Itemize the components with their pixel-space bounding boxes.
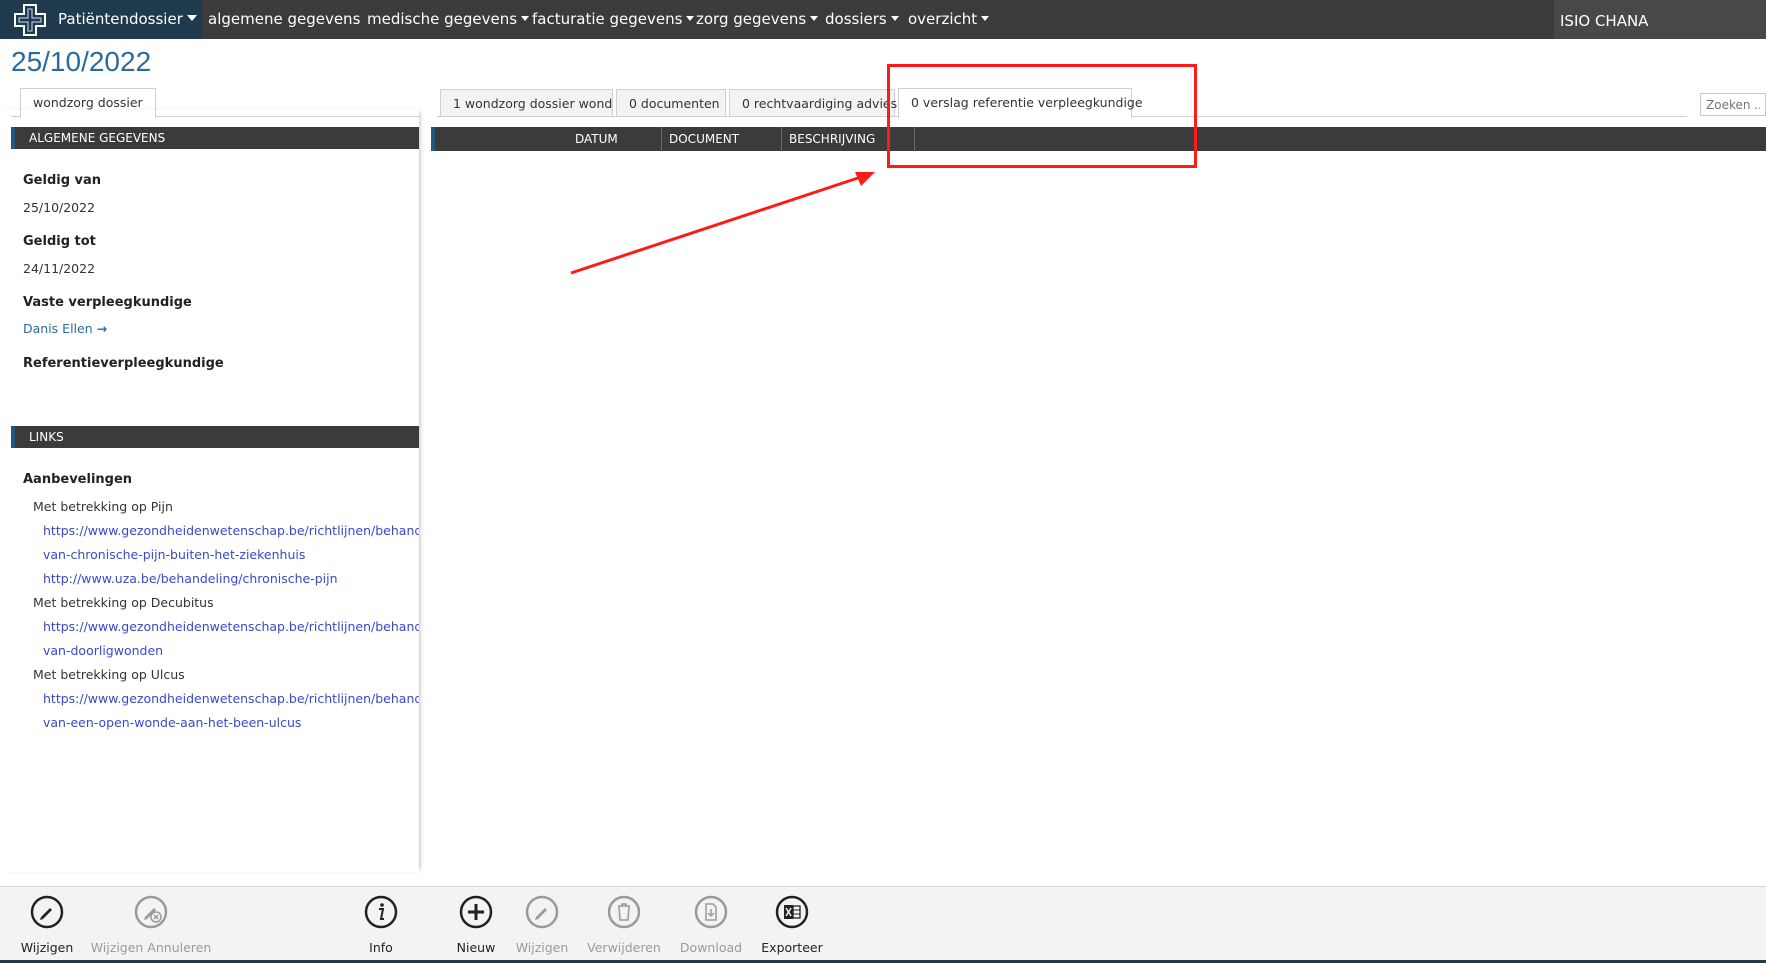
- chevron-down-icon: [186, 15, 197, 21]
- tab-wound-dossier-wound[interactable]: 1 wondzorg dossier wond: [440, 89, 613, 116]
- chevron-down-icon: [521, 16, 530, 21]
- user-name: ISIO CHANA: [1560, 12, 1649, 30]
- user-menu[interactable]: ISIO CHANA: [1554, 0, 1766, 39]
- cancel-edit-icon: [134, 895, 168, 929]
- annotation-highlight-box: [887, 64, 1197, 168]
- valid-to-value: 24/11/2022: [23, 261, 96, 276]
- decubitus-guideline-link-cont[interactable]: van-doorligwonden: [43, 643, 163, 658]
- column-separator: [661, 127, 662, 151]
- group-ulcus-label: Met betrekking op Ulcus: [33, 667, 185, 682]
- pain-guideline-link[interactable]: https://www.gezondheidenwetenschap.be/ri…: [43, 523, 419, 538]
- top-navigation-bar: Patiëntendossier algemene gegevens medis…: [0, 0, 1766, 39]
- export-label: Exporteer: [761, 940, 823, 955]
- nav-general-data[interactable]: algemene gegevens: [208, 10, 360, 28]
- nav-dossiers[interactable]: dossiers: [825, 10, 899, 28]
- edit-label: Wijzigen: [20, 940, 74, 955]
- chevron-down-icon: [686, 16, 695, 21]
- plus-icon: [459, 895, 493, 929]
- nav-medical-data[interactable]: medische gegevens: [367, 10, 530, 28]
- column-header-description[interactable]: BESCHRIJVING: [789, 127, 875, 151]
- tab-documents[interactable]: 0 documenten: [616, 89, 726, 116]
- uza-pain-link[interactable]: http://www.uza.be/behandeling/chronische…: [43, 571, 338, 586]
- ulcus-guideline-link-cont[interactable]: van-een-open-wonde-aan-het-been-ulcus: [43, 715, 301, 730]
- fixed-nurse-link[interactable]: Danis Ellen →: [23, 321, 107, 336]
- valid-to-label: Geldig tot: [23, 234, 96, 249]
- chevron-down-icon: [890, 16, 899, 21]
- recommendations-label: Aanbevelingen: [23, 472, 133, 487]
- valid-from-label: Geldig van: [23, 173, 102, 188]
- ulcus-guideline-link[interactable]: https://www.gezondheidenwetenschap.be/ri…: [43, 691, 419, 706]
- links-header: LINKS: [11, 426, 419, 448]
- info-label: Info: [369, 940, 393, 955]
- download-icon: [694, 895, 728, 929]
- excel-export-icon: [775, 895, 809, 929]
- medical-cross-logo-icon: [14, 4, 46, 36]
- pencil-icon: [30, 895, 64, 929]
- tab-justification-advice[interactable]: 0 rechtvaardiging advies: [729, 89, 897, 116]
- group-decubitus-label: Met betrekking op Decubitus: [33, 595, 214, 610]
- arrow-right-icon: →: [96, 321, 108, 336]
- page-title-date: 25/10/2022: [11, 46, 152, 77]
- trash-icon: [607, 895, 641, 929]
- nav-care-data[interactable]: zorg gegevens: [696, 10, 819, 28]
- left-panel: [0, 110, 419, 872]
- valid-from-value: 25/10/2022: [23, 200, 96, 215]
- pencil-icon: [525, 895, 559, 929]
- decubitus-guideline-link[interactable]: https://www.gezondheidenwetenschap.be/ri…: [43, 619, 419, 634]
- group-pain-label: Met betrekking op Pijn: [33, 499, 173, 514]
- search-input[interactable]: [1700, 93, 1766, 116]
- cancel-edit-label: Wijzigen Annuleren: [90, 940, 212, 955]
- nav-overview[interactable]: overzicht: [908, 10, 990, 28]
- new-label: Nieuw: [456, 940, 496, 955]
- chevron-down-icon: [981, 16, 990, 21]
- patient-dossier-menu[interactable]: Patiëntendossier: [0, 0, 202, 39]
- nav-billing-data[interactable]: facturatie gegevens: [532, 10, 695, 28]
- fixed-nurse-label: Vaste verpleegkundige: [23, 295, 192, 310]
- download-label: Download: [679, 940, 743, 955]
- bottom-toolbar: Wijzigen Wijzigen Annuleren Info Nieuw W…: [0, 886, 1766, 961]
- general-data-header: ALGEMENE GEGEVENS: [11, 127, 419, 149]
- delete-label: Verwijderen: [587, 940, 661, 955]
- column-header-date[interactable]: DATUM: [575, 127, 618, 151]
- patient-dossier-label: Patiëntendossier: [58, 10, 197, 28]
- info-icon: [364, 895, 398, 929]
- chevron-down-icon: [810, 16, 819, 21]
- column-separator: [781, 127, 782, 151]
- column-header-document[interactable]: DOCUMENT: [669, 127, 739, 151]
- edit-document-label: Wijzigen: [515, 940, 569, 955]
- reference-nurse-label: Referentieverpleegkundige: [23, 356, 224, 371]
- pain-guideline-link-cont[interactable]: van-chronische-pijn-buiten-het-ziekenhui…: [43, 547, 305, 562]
